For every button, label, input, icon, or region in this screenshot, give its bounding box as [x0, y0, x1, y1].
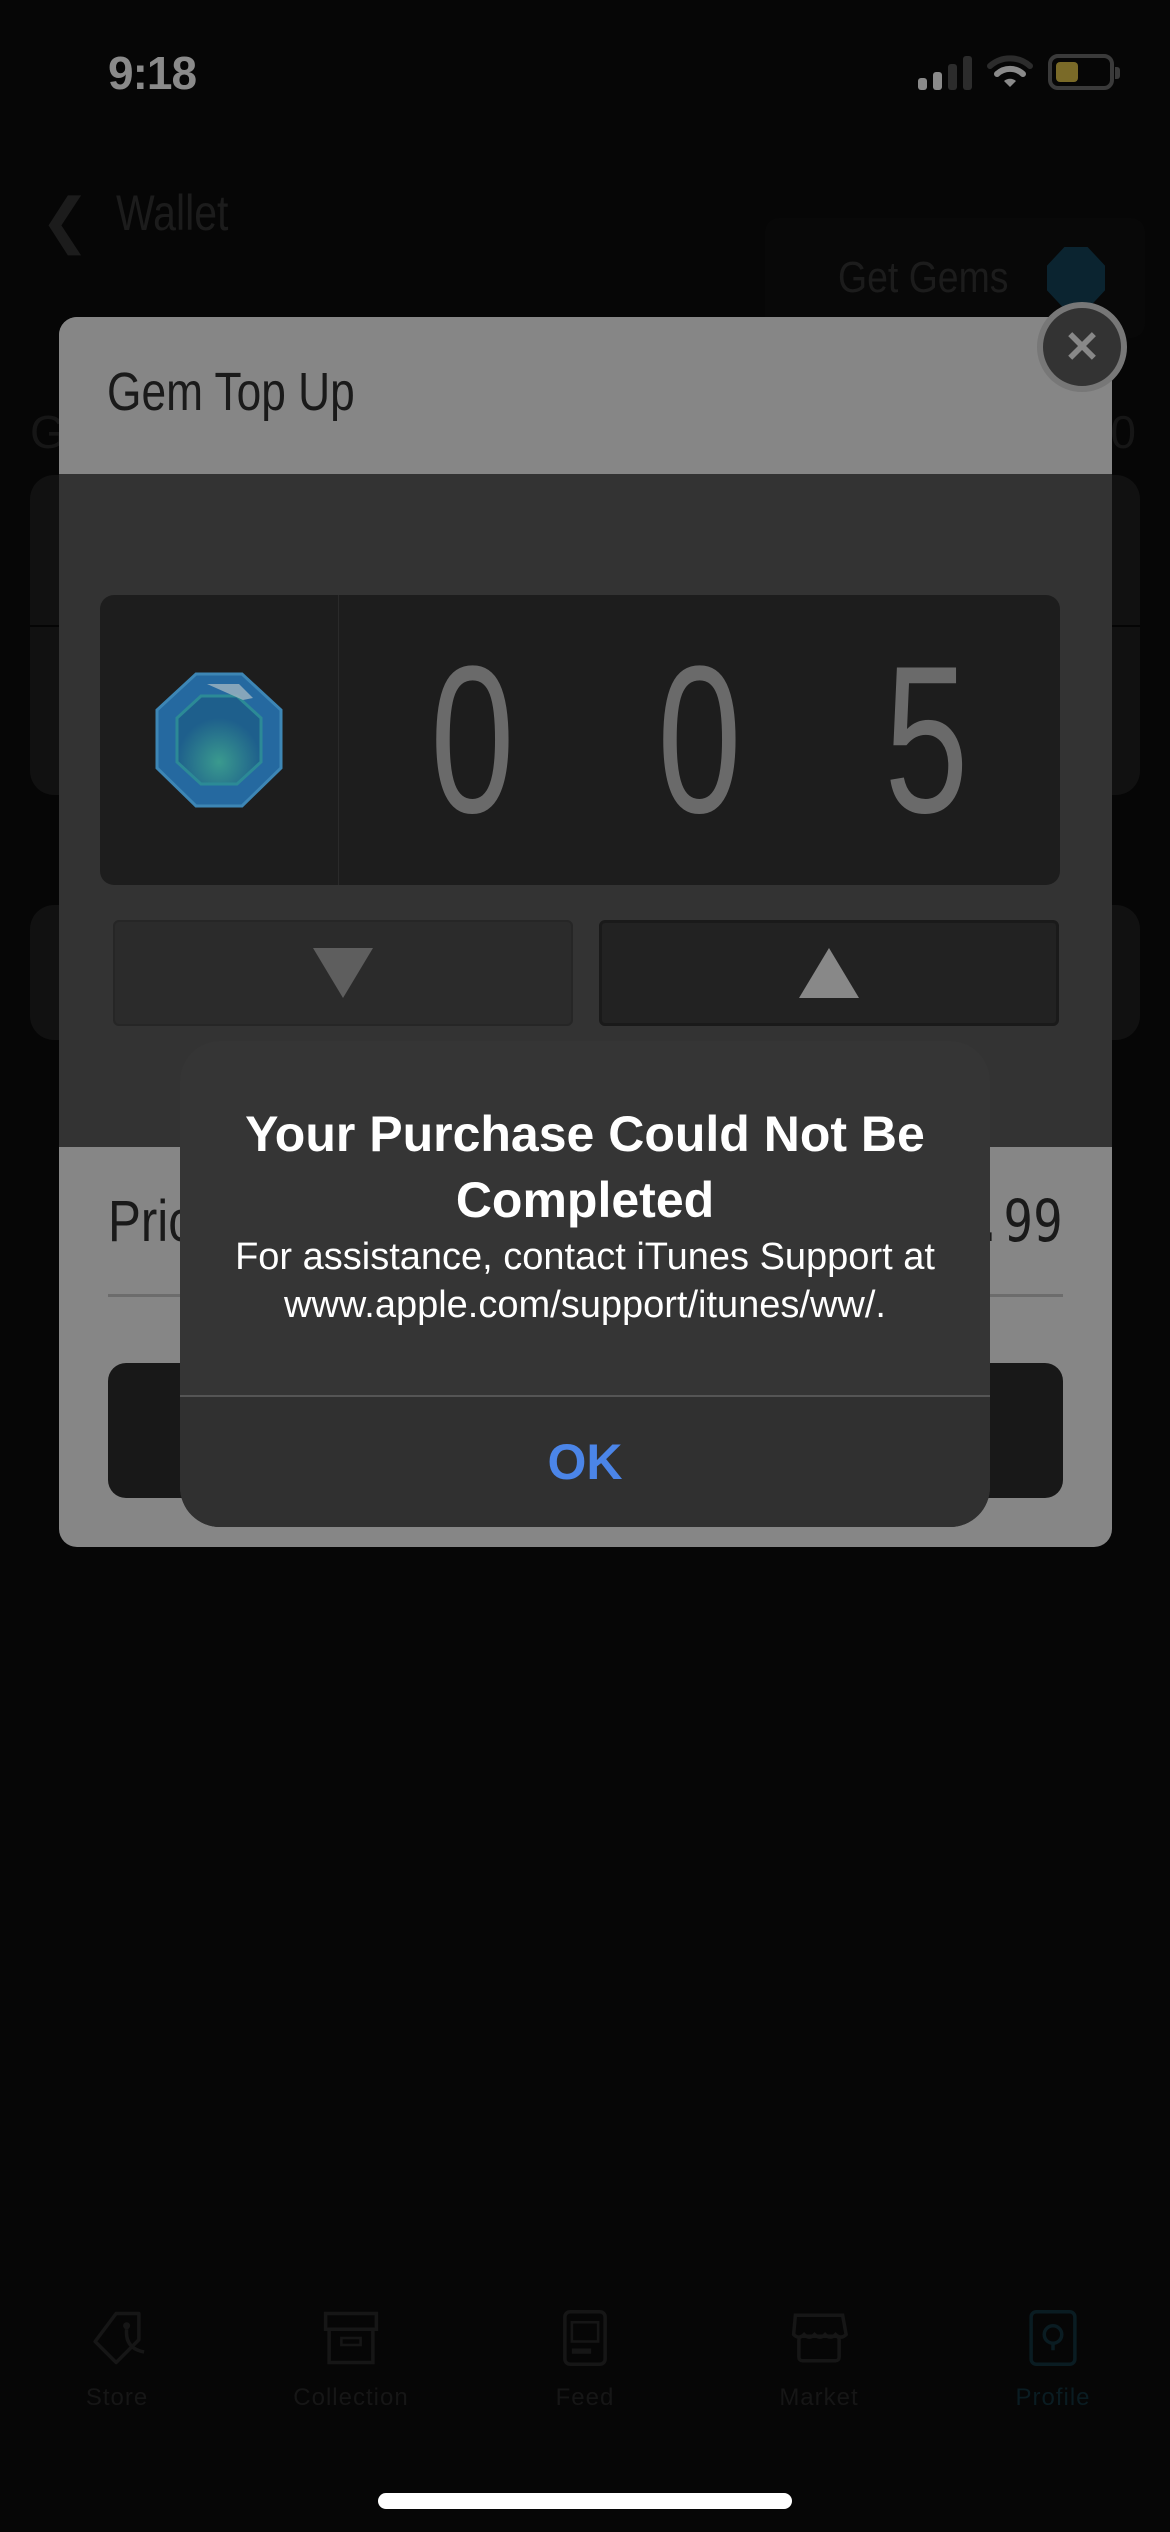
feed-card-icon [563, 2310, 607, 2366]
alert-title: Your Purchase Could Not Be Completed [245, 1106, 925, 1228]
alert-message: For assistance, contact iTunes Support a… [235, 1236, 935, 1326]
gem-quantity-counter: 0 0 5 [100, 595, 1060, 885]
tab-label: Profile [1015, 2384, 1091, 2411]
chevron-left-icon[interactable]: ❮ [40, 186, 90, 256]
storefront-icon [791, 2313, 849, 2363]
tab-profile[interactable]: Profile [936, 2282, 1170, 2412]
gem-icon [1047, 247, 1105, 309]
price-tag-icon [93, 2311, 145, 2365]
cellular-signal-icon [918, 54, 972, 90]
close-button[interactable]: ✕ [1037, 302, 1127, 392]
status-time: 9:18 [108, 47, 197, 99]
page-title: Wallet [116, 185, 229, 241]
status-icons [918, 54, 1120, 90]
decrement-button[interactable] [113, 920, 573, 1026]
profile-icon [1029, 2310, 1077, 2366]
purchase-error-alert: Your Purchase Could Not Be Completed For… [180, 1041, 990, 1527]
tab-market[interactable]: Market [702, 2282, 936, 2412]
tab-feed[interactable]: Feed [468, 2282, 702, 2412]
dialog-title: Gem Top Up [107, 362, 355, 422]
triangle-up-icon [799, 948, 859, 998]
quantity-digit: 0 [657, 622, 742, 857]
triangle-down-icon [313, 948, 373, 998]
tab-collection[interactable]: Collection [234, 2282, 468, 2412]
quantity-digits: 0 0 5 [339, 595, 1060, 885]
gem-cell [100, 595, 339, 885]
dialog-header: Gem Top Up [59, 317, 1112, 474]
tab-label: Store [85, 2384, 149, 2411]
increment-button[interactable] [599, 920, 1059, 1026]
battery-low-power-icon [1048, 54, 1120, 90]
get-gems-label: Get Gems [837, 253, 1008, 302]
quantity-digit: 5 [884, 622, 969, 857]
tab-label: Collection [293, 2384, 409, 2411]
tab-label: Feed [555, 2384, 615, 2411]
archive-box-icon [323, 2311, 379, 2365]
ok-button[interactable]: OK [180, 1397, 990, 1527]
gem-icon [155, 672, 283, 808]
tab-bar: Store Collection Feed Market Profile [0, 2282, 1170, 2412]
home-indicator[interactable] [378, 2493, 792, 2509]
quantity-digit: 0 [430, 622, 515, 857]
close-icon: ✕ [1063, 322, 1101, 372]
wifi-icon [987, 55, 1033, 87]
tab-store[interactable]: Store [0, 2282, 234, 2412]
tab-label: Market [779, 2384, 859, 2411]
